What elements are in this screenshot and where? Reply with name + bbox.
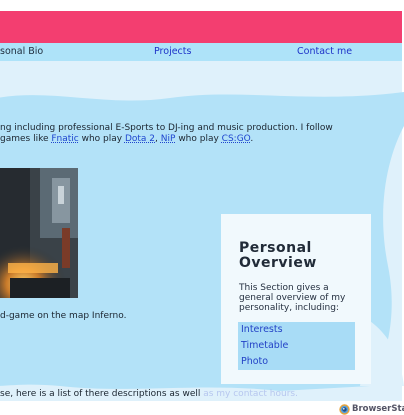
- photo-caption: d-game on the map Inferno.: [0, 311, 127, 321]
- nip-link[interactable]: NiP: [161, 134, 176, 144]
- personal-overview-panel: Personal Overview This Section gives a g…: [221, 214, 371, 384]
- contact-hours-link[interactable]: as my contact hours.: [203, 389, 298, 399]
- header-banner: [0, 11, 402, 43]
- csgo-link[interactable]: CS:GO: [222, 134, 251, 144]
- overview-description: This Section gives a general overview of…: [239, 283, 346, 313]
- menu-link-timetable[interactable]: Timetable: [238, 338, 355, 354]
- nav-item-personal-bio[interactable]: sonal Bio: [0, 46, 43, 57]
- page: sonal Bio Projects Contact me ng includi…: [0, 0, 404, 415]
- browserstack-brand-text: BrowserStack: [352, 404, 404, 414]
- browserstack-logo-icon: [339, 404, 350, 415]
- dota2-link[interactable]: Dota 2: [125, 134, 155, 144]
- intro-line-2-middle: who play: [78, 134, 125, 144]
- game-screenshot-image: [0, 168, 78, 298]
- bottom-paragraph: se, here is a list of there descriptions…: [0, 389, 298, 399]
- intro-line-2-prefix: games like: [0, 134, 52, 144]
- navigation-bar: sonal Bio Projects Contact me: [0, 43, 402, 61]
- fnatic-link[interactable]: Fnatic: [51, 134, 78, 144]
- inferno-map-image: [0, 168, 78, 298]
- nav-item-projects[interactable]: Projects: [154, 46, 191, 57]
- intro-line-2-middle-2: who play: [175, 134, 222, 144]
- intro-paragraph: ng including professional E-Sports to DJ…: [0, 123, 395, 145]
- intro-line-1: ng including professional E-Sports to DJ…: [0, 123, 333, 133]
- intro-line-2-end: .: [250, 134, 254, 144]
- bottom-text-main: se, here is a list of there descriptions…: [0, 389, 204, 399]
- nav-item-contact-me[interactable]: Contact me: [297, 46, 352, 57]
- menu-link-interests[interactable]: Interests: [238, 322, 355, 338]
- overview-menu: Interests Timetable Photo: [238, 322, 355, 370]
- overview-heading: Personal Overview: [239, 240, 317, 271]
- menu-link-photo[interactable]: Photo: [238, 354, 355, 370]
